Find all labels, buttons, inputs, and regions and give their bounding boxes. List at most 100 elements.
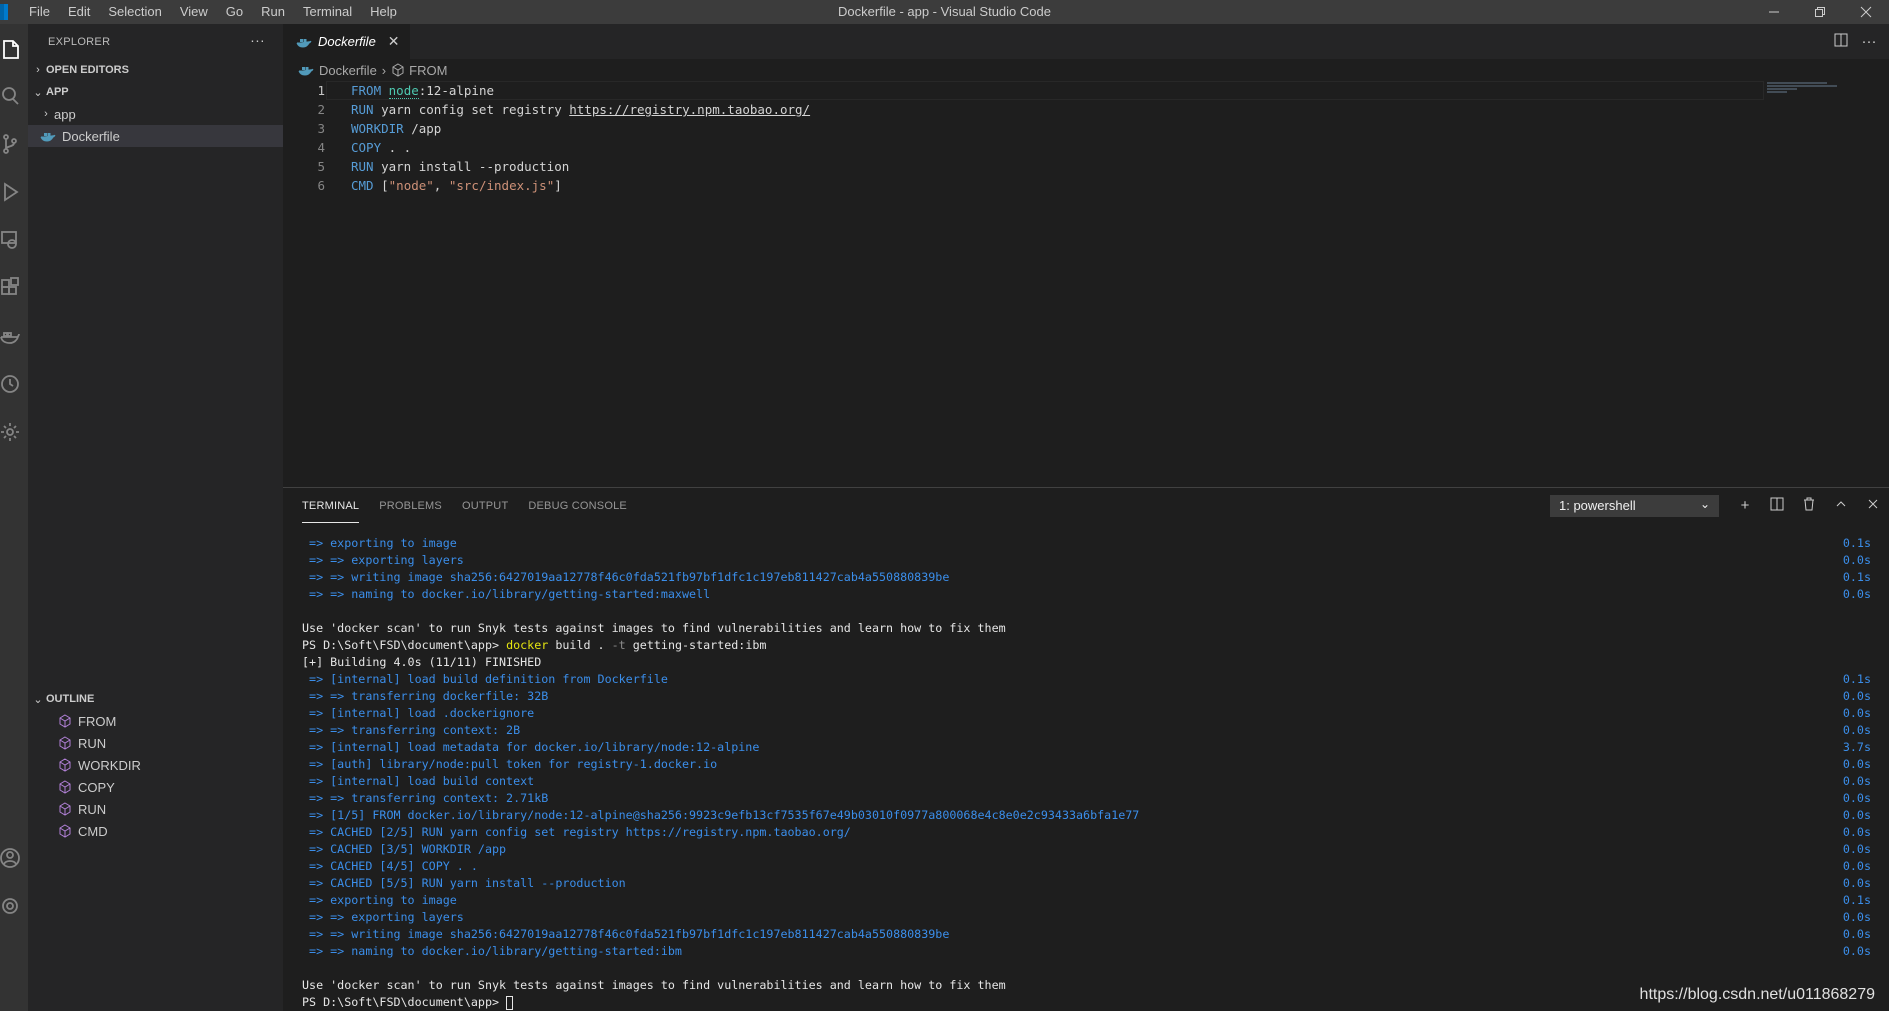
terminal-text: => [internal] load metadata for docker.i… [302,740,760,754]
vscode-logo-icon [0,4,8,20]
terminal-line: => [internal] load build definition from… [302,671,1871,688]
terminal-line: => => naming to docker.io/library/gettin… [302,943,1871,960]
remote-explorer-icon [1,231,17,249]
menu-edit[interactable]: Edit [59,0,99,24]
terminal-line: => CACHED [3/5] WORKDIR /app 0.0s [302,841,1871,858]
tab-output[interactable]: OUTPUT [462,488,508,523]
code-text: /app [403,121,442,136]
terminal-text: => => transferring dockerfile: 32B [302,689,549,703]
tab-terminal[interactable]: TERMINAL [302,488,360,523]
outline-label: OUTLINE [46,693,95,705]
source-control-activity[interactable] [0,120,28,168]
terminal-cmd: docker [506,638,549,652]
docker-activity[interactable] [0,312,28,360]
app-folder-section[interactable]: ⌄ APP [28,81,283,103]
terminal-output[interactable]: => exporting to image 0.1s => => exportin… [302,535,1871,1011]
chevron-right-icon: › [381,62,387,78]
keyword: RUN [351,159,374,174]
terminal-text: => [internal] load build context [302,774,535,788]
editor-actions: ··· [1827,24,1883,59]
manage-activity[interactable] [0,882,28,930]
terminal-select[interactable]: 1: powershell ⌄ [1550,494,1719,517]
terminal-duration: 3.7s [1842,740,1871,754]
tab-label: Dockerfile [318,34,376,49]
keyword: COPY [351,140,382,155]
outline-item-copy[interactable]: COPY [28,776,283,798]
menu-terminal[interactable]: Terminal [294,0,361,24]
outline-item-label: FROM [78,713,117,729]
outline-item-run-2[interactable]: RUN [28,798,283,820]
menu-go[interactable]: Go [217,0,252,24]
code-line: 4 COPY . . [283,138,1889,157]
terminal-duration: 0.0s [1842,944,1871,958]
terminal-line: => CACHED [4/5] COPY . . 0.0s [302,858,1871,875]
tree-item-app-folder[interactable]: › app [28,103,283,125]
terminal-line: => CACHED [2/5] RUN yarn config set regi… [302,824,1871,841]
outline-item-run[interactable]: RUN [28,732,283,754]
terminal-line: => [internal] load metadata for docker.i… [302,739,1871,756]
close-icon [1860,6,1872,18]
tab-dockerfile[interactable]: Dockerfile ✕ [283,24,411,59]
trash-icon[interactable] [1793,497,1825,515]
settings-sync-activity[interactable] [0,408,28,456]
outline-item-from[interactable]: FROM [28,710,283,732]
split-terminal-icon[interactable] [1761,497,1793,515]
terminal-line: => exporting to image 0.1s [302,535,1871,552]
more-actions-icon[interactable]: ··· [250,32,265,48]
maximize-panel-icon[interactable] [1825,497,1857,515]
more-actions-icon[interactable]: ··· [1855,33,1883,50]
terminal-line: => => writing image sha256:6427019aa1277… [302,569,1871,586]
line-number: 4 [317,140,325,155]
restore-button[interactable] [1797,0,1843,24]
outline-item-label: RUN [78,801,107,817]
terminal-prompt: PS D:\Soft\FSD\document\app> [302,638,507,652]
menu-run[interactable]: Run [252,0,294,24]
breadcrumb-symbol[interactable]: FROM [409,63,447,78]
keyword: WORKDIR [351,121,404,136]
extensions-activity[interactable] [0,264,28,312]
registry-link[interactable]: https://registry.npm.taobao.org/ [569,102,810,117]
code-editor[interactable]: 1 FROM node:12-alpine 2 RUN yarn config … [283,81,1889,195]
terminal-duration: 0.1s [1842,893,1871,907]
terminal-text: => => naming to docker.io/library/gettin… [302,944,682,958]
explorer-activity[interactable] [0,24,28,72]
outline-item-cmd[interactable]: CMD [28,820,283,842]
open-editors-section[interactable]: › OPEN EDITORS [28,59,283,81]
minimize-button[interactable] [1751,0,1797,24]
new-terminal-icon[interactable]: + [1729,497,1761,514]
menu-file[interactable]: File [20,0,59,24]
docker-file-icon [298,67,314,76]
tab-problems[interactable]: PROBLEMS [379,488,442,523]
string-literal: "src/index.js" [448,178,555,193]
run-debug-activity[interactable] [0,168,28,216]
remote-explorer-activity[interactable] [0,216,28,264]
terminal-duration: 0.1s [1842,536,1871,550]
account-icon [0,848,20,868]
outline-item-workdir[interactable]: WORKDIR [28,754,283,776]
menu-view[interactable]: View [171,0,217,24]
menu-help[interactable]: Help [361,0,406,24]
timeline-activity[interactable] [0,360,28,408]
minimap[interactable] [1767,82,1837,96]
tab-debug-console[interactable]: DEBUG CONSOLE [528,488,627,523]
terminal-duration: 0.1s [1842,672,1871,686]
outline-item-label: RUN [78,735,107,751]
terminal-duration: 0.0s [1842,774,1871,788]
terminal-line: [+] Building 4.0s (11/11) FINISHED [302,654,1871,671]
breadcrumb-file[interactable]: Dockerfile [319,63,377,78]
title-bar: File Edit Selection View Go Run Terminal… [0,0,1889,24]
outline-section[interactable]: ⌄ OUTLINE [28,688,283,710]
split-editor-icon[interactable] [1827,33,1855,51]
search-activity[interactable] [0,72,28,120]
terminal-duration: 0.0s [1842,553,1871,567]
close-panel-icon[interactable] [1857,497,1889,515]
terminal-line: => [internal] load .dockerignore 0.0s [302,705,1871,722]
close-window-button[interactable] [1843,0,1889,24]
code-line: 6 CMD ["node", "src/index.js"] [283,176,1889,195]
chevron-right-icon: › [44,108,48,120]
accounts-activity[interactable] [0,834,28,882]
tree-item-dockerfile[interactable]: Dockerfile [28,125,283,147]
menu-selection[interactable]: Selection [99,0,170,24]
close-tab-icon[interactable]: ✕ [388,33,400,50]
gear-icon [2,898,18,914]
